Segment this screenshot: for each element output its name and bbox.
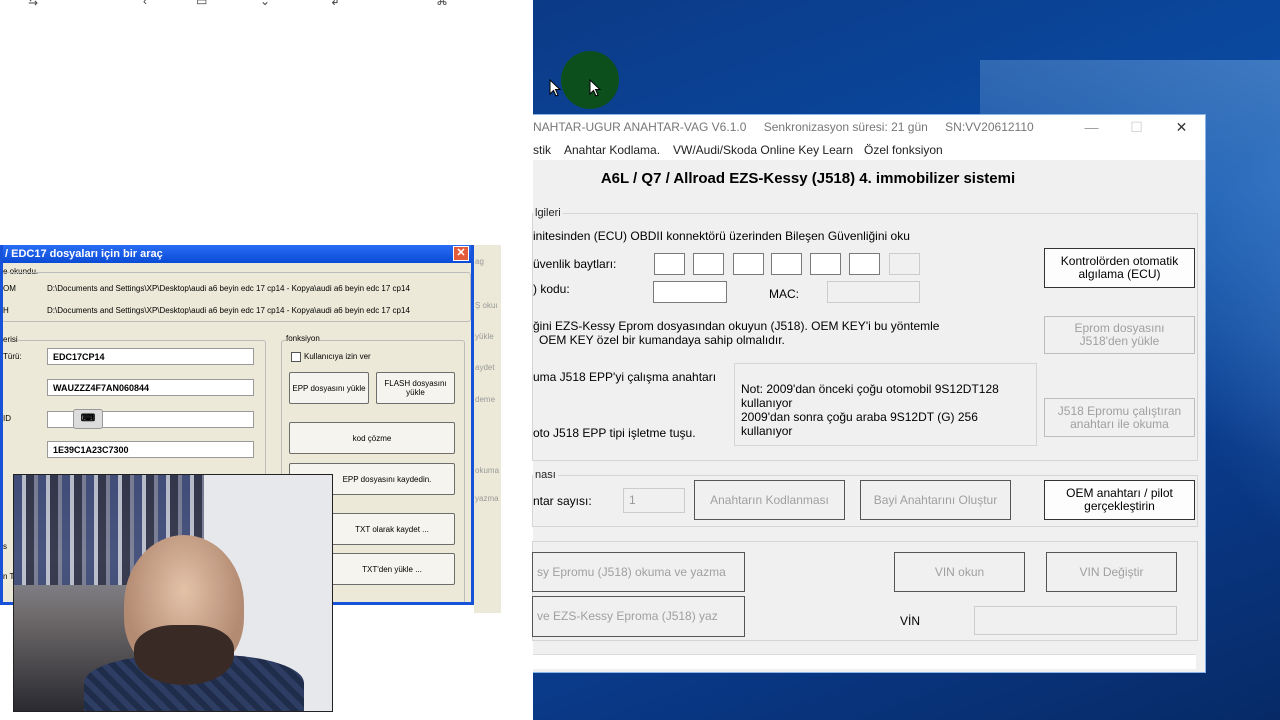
checkbox-label: Kullanıcıya izin ver: [304, 352, 371, 361]
eprom-write-button[interactable]: ve EZS-Kessy Eproma (J518) yaz: [532, 596, 745, 637]
security-byte-4[interactable]: [771, 253, 802, 275]
mac-input[interactable]: [827, 281, 920, 303]
id-field[interactable]: ⌨: [47, 409, 254, 429]
close-icon[interactable]: ✕: [1159, 117, 1204, 139]
undo-icon[interactable]: ⇆: [28, 0, 38, 8]
type-label: Türü:: [3, 352, 22, 361]
security-bytes-label: üvenlik baytları:: [533, 257, 617, 271]
window-titlebar: NAHTAR-UGUR ANAHTAR-VAG V6.1.0 Senkroniz…: [533, 115, 1205, 140]
info-group-label: erisi: [3, 335, 18, 344]
strip-label: yazma: [475, 494, 499, 503]
epp-description-2: oto J518 EPP tipi işletme tuşu.: [533, 426, 696, 440]
webcam-overlay: [13, 474, 333, 712]
obd-description: initesinden (ECU) OBDII konnektörü üzeri…: [533, 229, 910, 243]
eprom-load-button[interactable]: Eprom dosyasını J518'den yükle: [1044, 316, 1195, 354]
mouse-cursor-icon: [589, 79, 602, 97]
security-byte-2[interactable]: [693, 253, 724, 275]
keyboard-icon[interactable]: ⌨: [73, 409, 103, 429]
id-label: ID: [3, 414, 11, 423]
maximize-icon[interactable]: ☐: [1114, 117, 1159, 139]
serial-number: SN:VV20612110: [945, 120, 1034, 134]
dropdown-icon[interactable]: ⌄: [260, 0, 270, 8]
allow-user-checkbox[interactable]: [291, 352, 301, 362]
key-count-input[interactable]: 1: [623, 488, 685, 513]
vin-field[interactable]: WAUZZZ4F7AN060844: [47, 379, 254, 396]
background-window-strip: ag Ş okuı yükle aydet deme okuma yazma: [474, 245, 501, 613]
page-title: A6L / Q7 / Allroad EZS-Kessy (J518) 4. i…: [600, 170, 1016, 187]
save-icon[interactable]: ▭: [196, 0, 207, 8]
dialog-title: / EDC17 dosyaları için bir araç: [5, 248, 163, 260]
fonksiyon-label: fonksiyon: [286, 334, 320, 343]
back-icon[interactable]: ‹: [143, 0, 147, 8]
main-app-window: NAHTAR-UGUR ANAHTAR-VAG V6.1.0 Senkroniz…: [532, 114, 1206, 673]
key-coding-button[interactable]: Anahtarın Kodlanması: [694, 480, 845, 520]
minimize-icon[interactable]: —: [1069, 117, 1114, 139]
note-line: kullanıyor: [741, 424, 793, 438]
strip-label: yükle: [475, 332, 494, 341]
type-field[interactable]: EDC17CP14: [47, 348, 254, 365]
left-toolbar: ⇆ ‹ ▭ ⌄ ↲ ⌘: [0, 0, 533, 10]
security-byte-6[interactable]: [849, 253, 880, 275]
key-count-label: ntar sayısı:: [533, 494, 592, 508]
decode-button[interactable]: kod çözme: [289, 422, 455, 454]
note-line: 2009'dan sonra çoğu araba 9S12DT (G) 256: [741, 410, 978, 424]
code-field[interactable]: 1E39C1A23C7300: [47, 441, 254, 458]
redo-icon[interactable]: ↲: [330, 0, 340, 8]
security-byte-7[interactable]: [889, 253, 920, 275]
flash-load-button[interactable]: FLASH dosyasını yükle: [376, 372, 455, 404]
strip-label: okuma: [475, 466, 500, 475]
edge-label-1: s: [3, 542, 7, 551]
eprom-description-2: OEM KEY özel bir kumandaya sahip olmalıd…: [539, 333, 785, 347]
strip-label: Ş okuı: [475, 301, 498, 310]
menu-online-key-learn[interactable]: VW/Audi/Skoda Online Key Learn: [673, 143, 853, 157]
mouse-cursor-icon: [549, 79, 562, 97]
menu-bar: stik Anahtar Kodlama. VW/Audi/Skoda Onli…: [533, 140, 1205, 160]
vin-input[interactable]: [974, 606, 1177, 635]
strip-label: deme: [475, 395, 496, 404]
app-title-text: NAHTAR-UGUR ANAHTAR-VAG V6.1.0: [533, 120, 747, 134]
oem-key-button[interactable]: OEM anahtarı / pilot gerçekleştirin: [1044, 480, 1195, 520]
j518-read-button[interactable]: J518 Epromu çalıştıran anahtarı ile okum…: [1044, 398, 1195, 437]
security-byte-5[interactable]: [810, 253, 841, 275]
dealer-key-button[interactable]: Bayi Anahtarını Oluştur: [860, 480, 1011, 520]
status-bar: [533, 654, 1196, 669]
eprom-path: D:\Documents and Settings\XP\Desktop\aud…: [47, 284, 410, 293]
strip-label: aydet: [475, 363, 495, 372]
eprom-description-1: ğini EZS-Kessy Eprom dosyasından okuyun …: [533, 319, 940, 333]
note-box: Not: 2009'dan önceki çoğu otomobil 9S12D…: [734, 363, 1037, 446]
sync-label: Senkronizasyon süresi: 21 gün: [763, 120, 928, 134]
menu-key-coding[interactable]: Anahtar Kodlama.: [564, 143, 660, 157]
vin-label: VİN: [900, 614, 921, 628]
key-coding-group-label: nası: [533, 469, 558, 481]
row2-label: H: [3, 306, 9, 315]
close-icon[interactable]: ✕: [453, 246, 469, 261]
security-byte-3[interactable]: [733, 253, 764, 275]
window-title: NAHTAR-UGUR ANAHTAR-VAG V6.1.0 Senkroniz…: [533, 120, 1034, 134]
vin-change-button[interactable]: VIN Değiştir: [1046, 552, 1177, 592]
flash-path: D:\Documents and Settings\XP\Desktop\aud…: [47, 306, 410, 315]
menu-diagnostic[interactable]: stik: [533, 143, 551, 157]
code-label: ) kodu:: [533, 282, 570, 296]
mac-label: MAC:: [769, 287, 799, 301]
note-line: kullanıyor: [741, 396, 793, 410]
info-group-label: lgileri: [533, 207, 563, 219]
share-icon[interactable]: ⌘: [436, 0, 448, 8]
dialog-titlebar: / EDC17 dosyaları için bir araç ✕: [3, 245, 471, 263]
auto-detect-button[interactable]: Kontrolörden otomatik algılama (ECU): [1044, 248, 1195, 288]
note-line: Not: 2009'dan önceki çoğu otomobil 9S12D…: [741, 382, 999, 396]
code-input[interactable]: [653, 281, 727, 303]
epp-load-button[interactable]: EPP dosyasını yükle: [289, 372, 369, 404]
row1-label: OM: [3, 284, 16, 293]
menu-special-function[interactable]: Özel fonksiyon: [864, 143, 943, 157]
eprom-read-write-button[interactable]: sy Epromu (J518) okuma ve yazma: [532, 552, 745, 592]
epp-description-1: uma J518 EPP'yi çalışma anahtarı: [533, 370, 717, 384]
strip-label: ag: [475, 257, 484, 266]
vin-read-button[interactable]: VIN okun: [894, 552, 1025, 592]
security-byte-1[interactable]: [654, 253, 685, 275]
